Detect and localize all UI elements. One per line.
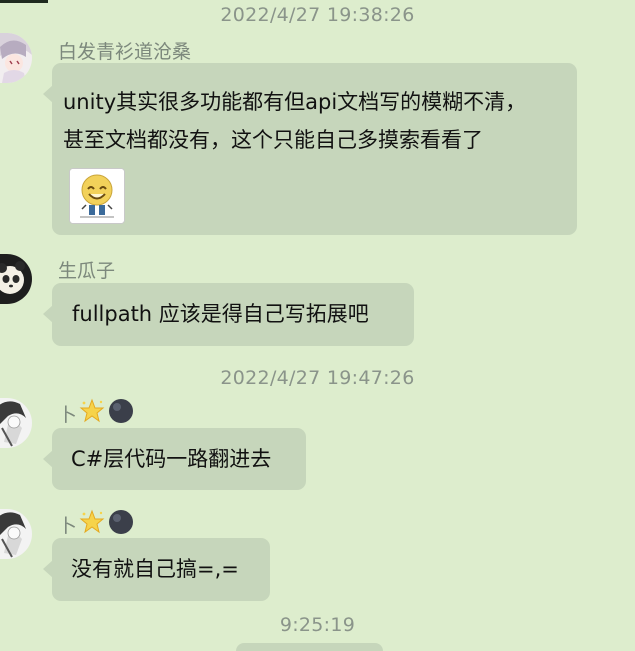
message-bubble[interactable]: C#层代码一路翻进去 [43,428,306,490]
sender-label: 白发青衫道沧桑 [58,41,192,63]
sender-label: 卜 [58,515,78,537]
message-timestamp: 2022/4/27 19:38:26 [220,4,415,26]
message-text-line: 甚至文档都没有，这个只能自己多摸索看看了 [63,128,483,152]
message-bubble-partial[interactable] [236,643,383,651]
star-badge-icon [79,509,105,540]
window-edge [0,0,48,3]
star-badge-icon [79,398,105,429]
message-timestamp: 9:25:19 [279,614,356,636]
avatar[interactable] [0,509,32,559]
message-text-line: unity其实很多功能都有但api文档写的模糊不清， [63,90,527,114]
dark-orb-icon [107,508,135,541]
avatar[interactable] [0,33,32,83]
sender-name: 卜 [58,508,135,541]
sender-label: 生瓜子 [58,260,116,282]
avatar[interactable] [0,254,32,304]
laughing-face-sticker-icon[interactable] [69,168,125,224]
chat-history-panel: 2022/4/27 19:38:26 白发青衫道沧桑 unity其实很多功能都有… [0,0,635,651]
dark-orb-icon [107,397,135,430]
message-text-line: fullpath 应该是得自己写拓展吧 [72,302,369,326]
sender-name: 生瓜子 [58,256,115,283]
message-bubble[interactable]: 没有就自己搞=,= [43,538,270,601]
message-bubble[interactable]: unity其实很多功能都有但api文档写的模糊不清， 甚至文档都没有，这个只能自… [43,63,577,235]
avatar[interactable] [0,398,32,448]
message-timestamp: 2022/4/27 19:47:26 [220,367,415,389]
message-text-line: 没有就自己搞=,= [71,557,239,581]
sender-label: 卜 [58,404,78,426]
sender-name: 白发青衫道沧桑 [58,37,191,64]
message-bubble[interactable]: fullpath 应该是得自己写拓展吧 [43,283,414,346]
sender-name: 卜 [58,397,135,430]
message-text-line: C#层代码一路翻进去 [71,447,272,471]
